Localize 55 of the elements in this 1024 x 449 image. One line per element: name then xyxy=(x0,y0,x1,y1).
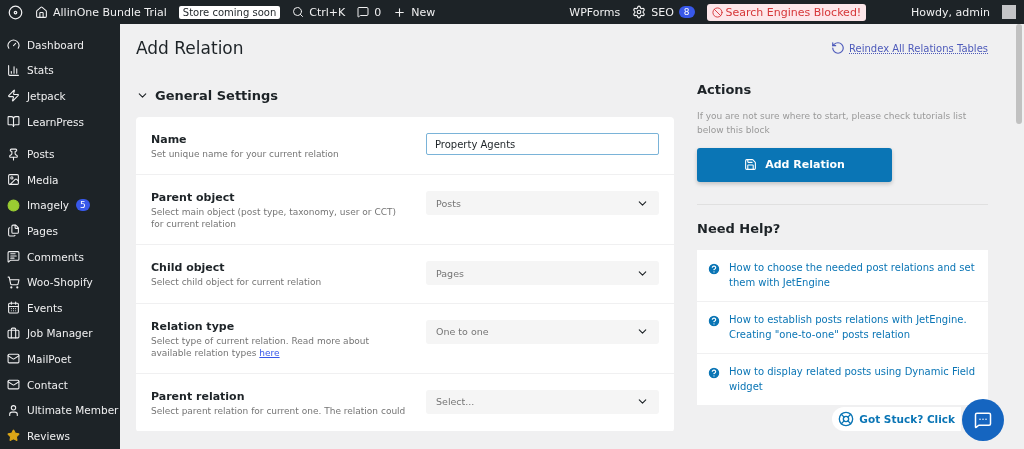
help-title: Need Help? xyxy=(697,220,782,236)
support-link[interactable]: Got Stuck? Click xyxy=(832,407,961,431)
alert-text: Search Engines Blocked! xyxy=(725,5,862,19)
field-description: Select main object (post type, taxonomy, user or CCT) for current relation xyxy=(151,206,397,231)
alert-badge[interactable]: Search Engines Blocked! xyxy=(706,3,867,21)
select-dropdown[interactable]: Posts xyxy=(426,191,659,216)
sidebar-item[interactable]: Media xyxy=(0,166,120,193)
field-label: Parent relation xyxy=(151,389,246,403)
field-label: Name xyxy=(151,133,188,146)
sidebar-item[interactable]: LearnPress xyxy=(0,108,120,135)
comment-count[interactable]: 0 xyxy=(374,5,382,19)
actions-title: Actions xyxy=(697,82,753,97)
field-description: Select parent relation for current one. The relation could xyxy=(151,404,407,417)
add-relation-button[interactable]: Add Relation xyxy=(697,147,892,182)
sidebar-item[interactable]: Job Manager xyxy=(0,320,120,347)
sidebar-item[interactable]: Events xyxy=(0,294,120,321)
help-link[interactable]: How to display related posts using Dynamic Field widget xyxy=(697,353,988,405)
section-toggle[interactable]: General Settings xyxy=(136,88,279,103)
actions-hint: If you are not sure where to start, please check tutorials list below this block xyxy=(697,110,968,138)
sidebar-item[interactable]: Ultimate Member xyxy=(0,397,120,423)
field-description: Select child object for current relation xyxy=(151,276,323,289)
sidebar-item[interactable]: Posts xyxy=(0,141,120,167)
help-link[interactable]: How to establish posts relations with JetEngine. Creating "one-to-one" posts relation xyxy=(697,301,988,353)
select-dropdown[interactable]: Pages xyxy=(426,261,659,286)
help-link[interactable]: How to choose the needed post relations and set them with JetEngine xyxy=(697,249,988,301)
select-dropdown[interactable]: Select... xyxy=(426,389,659,414)
greeting-link[interactable]: Howdy, admin xyxy=(911,5,990,19)
field-description: Select type of current relation. Read more about available relation types here xyxy=(151,334,371,359)
new-link[interactable]: New xyxy=(411,5,436,19)
site-name-link[interactable]: AllinOne Bundle Trial xyxy=(53,5,167,19)
wpforms-link[interactable]: WPForms xyxy=(569,5,621,19)
sidebar-item[interactable]: Jetpack xyxy=(0,83,120,109)
sidebar-item[interactable]: Comments xyxy=(0,243,120,270)
search-shortcut[interactable]: Ctrl+K xyxy=(309,5,346,19)
reindex-link[interactable]: Reindex All Relations Tables xyxy=(831,41,988,55)
sidebar-item[interactable]: Woo-Shopify xyxy=(0,269,120,295)
sidebar-item[interactable]: Pages xyxy=(0,218,120,244)
sidebar-item[interactable]: MailPoet xyxy=(0,346,120,372)
sidebar-item[interactable]: Dashboard xyxy=(0,32,120,58)
count-badge: 8 xyxy=(678,6,695,18)
here-link[interactable]: here xyxy=(259,347,280,358)
page-title: Add Relation xyxy=(136,38,244,58)
select-dropdown[interactable]: One to one xyxy=(426,319,659,344)
sidebar-item[interactable]: Contact xyxy=(0,371,120,398)
field-label: Child object xyxy=(151,261,226,275)
count-badge: 5 xyxy=(76,199,90,212)
seo-link[interactable]: SEO xyxy=(651,5,674,19)
sidebar-item[interactable]: Reviews xyxy=(0,422,120,449)
field-description: Set unique name for your current relation xyxy=(151,148,340,161)
sidebar-item[interactable]: Imagely 5 xyxy=(0,192,120,219)
field-label: Relation type xyxy=(151,319,236,333)
sidebar-item[interactable]: Stats xyxy=(0,57,120,84)
name-input[interactable]: Property Agents xyxy=(426,133,659,155)
field-label: Parent object xyxy=(151,191,236,205)
store-status-badge: Store coming soon xyxy=(178,5,281,19)
